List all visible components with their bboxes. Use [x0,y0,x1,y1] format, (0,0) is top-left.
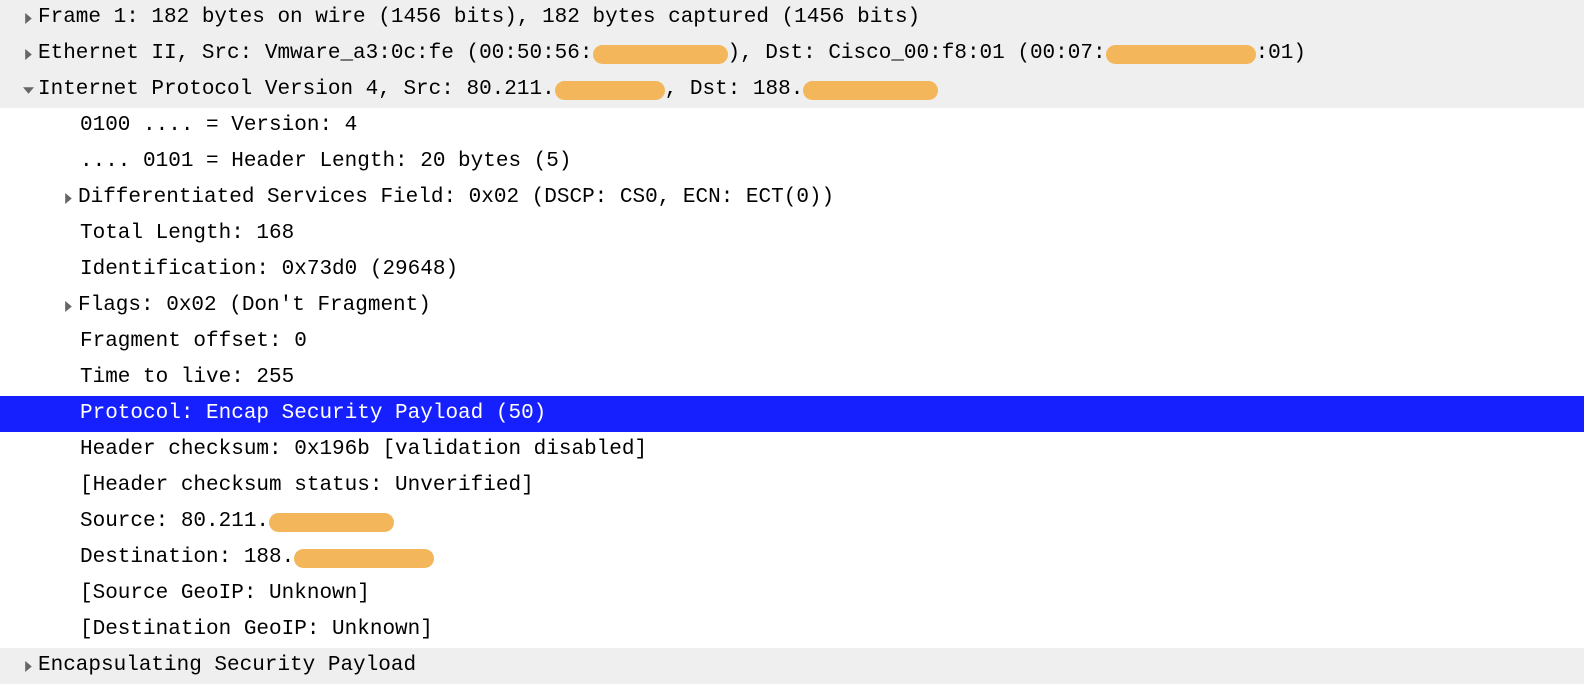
field-text: Total Length: 168 [80,216,294,252]
tree-row-frame[interactable]: Frame 1: 182 bytes on wire (1456 bits), … [0,0,1584,36]
triangle-down-icon [18,85,38,96]
tree-row-checksum-status[interactable]: [Header checksum status: Unverified] [0,468,1584,504]
redaction-mark [555,81,665,100]
redaction-mark [269,513,394,532]
field-text: [Header checksum status: Unverified] [80,468,534,504]
frame-summary-text: Frame 1: 182 bytes on wire (1456 bits), … [38,0,920,36]
field-text: Identification: 0x73d0 (29648) [80,252,458,288]
triangle-right-icon [58,301,78,312]
ip-text-mid: , Dst: 188. [665,72,804,108]
field-text: 0100 .... = Version: 4 [80,108,357,144]
redaction-mark [1106,45,1256,64]
esp-text: Encapsulating Security Payload [38,648,416,684]
field-text: Differentiated Services Field: 0x02 (DSC… [78,180,834,216]
field-text: Flags: 0x02 (Don't Fragment) [78,288,431,324]
tree-row-ip[interactable]: Internet Protocol Version 4, Src: 80.211… [0,72,1584,108]
tree-row-source-geoip[interactable]: [Source GeoIP: Unknown] [0,576,1584,612]
redaction-mark [294,549,434,568]
field-text: [Source GeoIP: Unknown] [80,576,370,612]
field-text: .... 0101 = Header Length: 20 bytes (5) [80,144,571,180]
triangle-right-icon [18,13,38,24]
field-text: Protocol: Encap Security Payload (50) [80,396,546,432]
tree-row-protocol[interactable]: Protocol: Encap Security Payload (50) [0,396,1584,432]
tree-row-header-length[interactable]: .... 0101 = Header Length: 20 bytes (5) [0,144,1584,180]
tree-row-flags[interactable]: Flags: 0x02 (Don't Fragment) [0,288,1584,324]
ip-text-pre: Internet Protocol Version 4, Src: 80.211… [38,72,555,108]
field-text: [Destination GeoIP: Unknown] [80,612,433,648]
triangle-right-icon [58,193,78,204]
eth-text-mid: ), Dst: Cisco_00:f8:01 (00:07: [728,36,1106,72]
tree-row-source[interactable]: Source: 80.211. [0,504,1584,540]
triangle-right-icon [18,661,38,672]
tree-row-fragment-offset[interactable]: Fragment offset: 0 [0,324,1584,360]
tree-row-destination-geoip[interactable]: [Destination GeoIP: Unknown] [0,612,1584,648]
tree-row-esp[interactable]: Encapsulating Security Payload [0,648,1584,684]
field-text: Time to live: 255 [80,360,294,396]
tree-row-identification[interactable]: Identification: 0x73d0 (29648) [0,252,1584,288]
tree-row-checksum[interactable]: Header checksum: 0x196b [validation disa… [0,432,1584,468]
redaction-mark [803,81,938,100]
redaction-mark [593,45,728,64]
src-text-pre: Source: 80.211. [80,504,269,540]
triangle-right-icon [18,49,38,60]
tree-row-ethernet[interactable]: Ethernet II, Src: Vmware_a3:0c:fe (00:50… [0,36,1584,72]
field-text: Fragment offset: 0 [80,324,307,360]
tree-row-dsf[interactable]: Differentiated Services Field: 0x02 (DSC… [0,180,1584,216]
tree-row-destination[interactable]: Destination: 188. [0,540,1584,576]
tree-row-ttl[interactable]: Time to live: 255 [0,360,1584,396]
eth-text-post: :01) [1256,36,1306,72]
tree-row-total-length[interactable]: Total Length: 168 [0,216,1584,252]
eth-text-pre: Ethernet II, Src: Vmware_a3:0c:fe (00:50… [38,36,593,72]
tree-row-version[interactable]: 0100 .... = Version: 4 [0,108,1584,144]
dst-text-pre: Destination: 188. [80,540,294,576]
field-text: Header checksum: 0x196b [validation disa… [80,432,647,468]
